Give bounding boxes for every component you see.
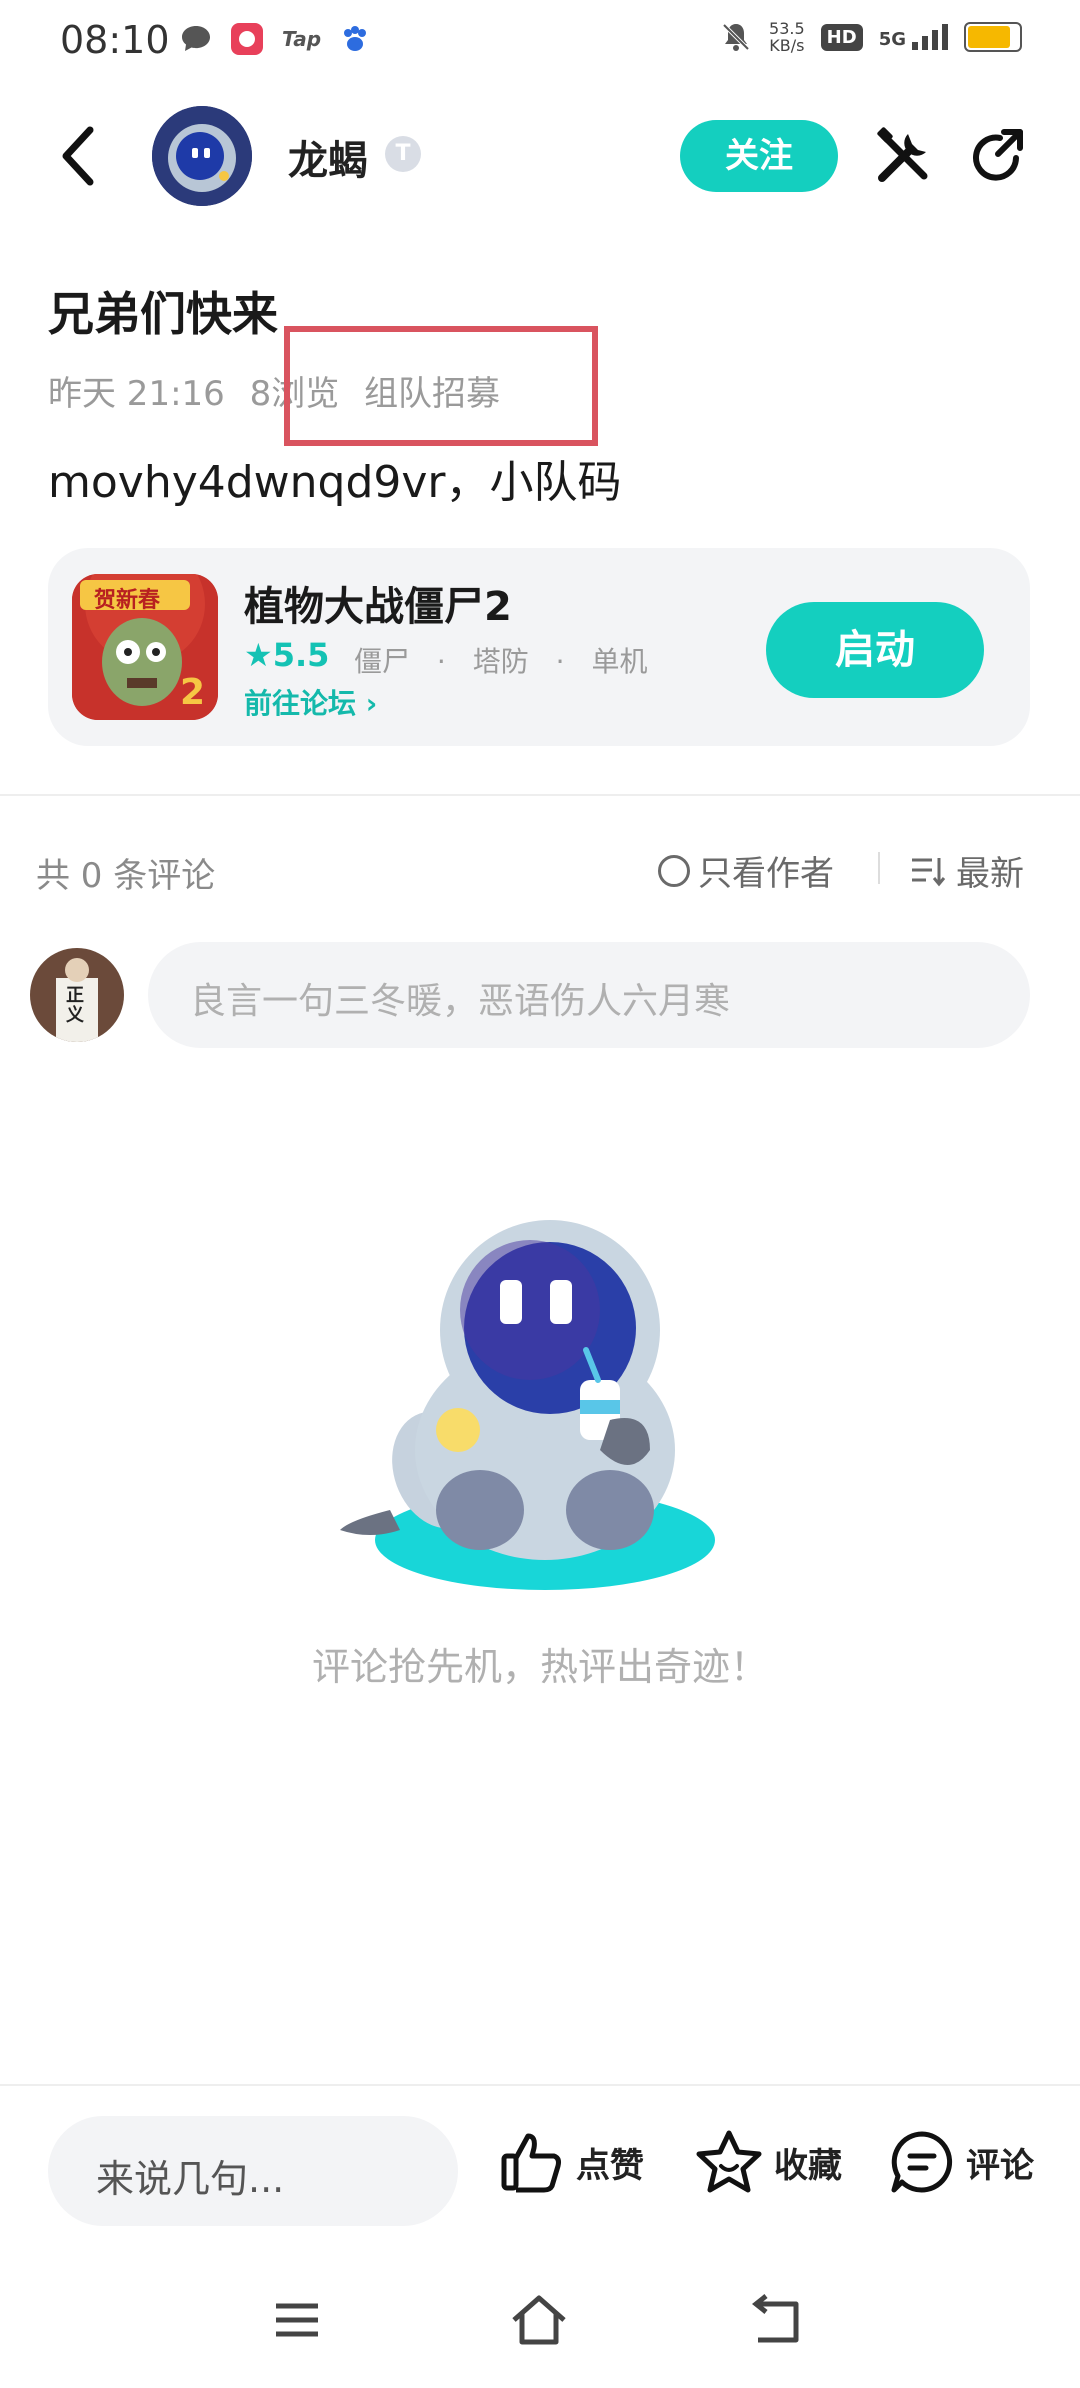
empty-robot-illustration	[330, 1210, 760, 1610]
star-icon: ★	[244, 636, 273, 674]
back-arrow-icon	[62, 126, 94, 186]
follow-button[interactable]: 关注	[680, 120, 838, 192]
robot-avatar-icon	[152, 106, 252, 206]
game-icon: 2 贺新春	[72, 574, 218, 720]
sort-button[interactable]: 最新	[910, 846, 1024, 895]
signal-bars-icon	[912, 24, 948, 50]
battery-level	[968, 26, 1010, 48]
bell-muted-icon	[722, 23, 750, 51]
author-name[interactable]: 龙蝎	[288, 128, 368, 186]
post-body: movhy4dwnqd9vr，小队码	[48, 457, 622, 508]
hd-badge: HD	[820, 23, 863, 51]
game-tag: 塔防	[472, 645, 529, 678]
like-button[interactable]: 点赞	[498, 2128, 644, 2196]
comment-count: 共 0 条评论	[36, 856, 216, 896]
nav-home-button[interactable]	[504, 2290, 574, 2350]
message-icon	[182, 26, 210, 51]
sort-icon	[912, 857, 946, 886]
divider	[0, 2084, 1080, 2086]
svg-text:2: 2	[180, 672, 205, 713]
comment-button[interactable]: 评论	[888, 2128, 1034, 2196]
paw-app-icon	[344, 26, 367, 51]
comment-bubble-icon	[891, 2131, 953, 2193]
post-title: 兄弟们快来	[48, 287, 278, 341]
status-app-icons: Tap	[180, 22, 371, 56]
chevron-right-icon: ›	[365, 687, 378, 720]
game-tags: 僵尸 · 塔防 · 单机	[354, 645, 648, 678]
share-icon[interactable]	[964, 124, 1030, 190]
game-rating: ★5.5	[244, 636, 330, 674]
game-tag: 僵尸	[354, 645, 411, 678]
radio-circle-icon	[658, 854, 690, 887]
back-button[interactable]	[50, 120, 110, 192]
divider	[0, 794, 1080, 796]
star-outline-icon	[696, 2130, 762, 2193]
tap-app-icon: Tap	[282, 27, 322, 51]
net-speed: 53.5 KB/s	[769, 19, 805, 55]
thumbs-up-icon	[501, 2133, 561, 2193]
game-name[interactable]: 植物大战僵尸2	[244, 574, 512, 632]
nav-back-button[interactable]	[742, 2290, 812, 2350]
forum-link[interactable]: 前往论坛 ›	[244, 682, 377, 722]
empty-comments-text: 评论抢先机，热评出奇迹！	[311, 1645, 768, 1689]
post-time: 昨天 21:16	[48, 374, 225, 414]
avatar-text: 正义	[66, 985, 84, 1026]
quick-comment-input[interactable]: 来说几句...	[48, 2116, 458, 2226]
separator	[878, 852, 880, 884]
launch-button[interactable]: 启动	[766, 602, 984, 698]
favorite-button[interactable]: 收藏	[694, 2128, 842, 2196]
only-author-toggle[interactable]: 只看作者	[658, 846, 834, 895]
game-card[interactable]: 2 贺新春 植物大战僵尸2 ★5.5 僵尸 · 塔防 · 单机 前往论坛 › 启…	[48, 548, 1030, 746]
game-icon-banner: 贺新春	[94, 588, 161, 613]
level-badge: T	[385, 136, 421, 172]
battery-icon	[964, 22, 1022, 52]
user-avatar[interactable]: 正义	[30, 948, 124, 1042]
game-tag: 单机	[591, 645, 648, 678]
return-icon	[751, 2294, 799, 2343]
app-red-icon	[231, 23, 263, 55]
author-avatar[interactable]	[152, 106, 252, 206]
status-right: 53.5 KB/s HD 5G	[719, 20, 1022, 54]
comment-input[interactable]: 良言一句三冬暖，恶语伤人六月寒	[148, 942, 1030, 1048]
status-time: 08:10	[60, 18, 170, 62]
signal-5g: 5G	[879, 24, 948, 50]
home-icon	[512, 2295, 566, 2345]
nav-menu-button[interactable]	[262, 2290, 332, 2350]
highlight-box	[284, 326, 598, 446]
menu-icon	[276, 2303, 318, 2337]
tools-icon[interactable]	[870, 124, 936, 190]
